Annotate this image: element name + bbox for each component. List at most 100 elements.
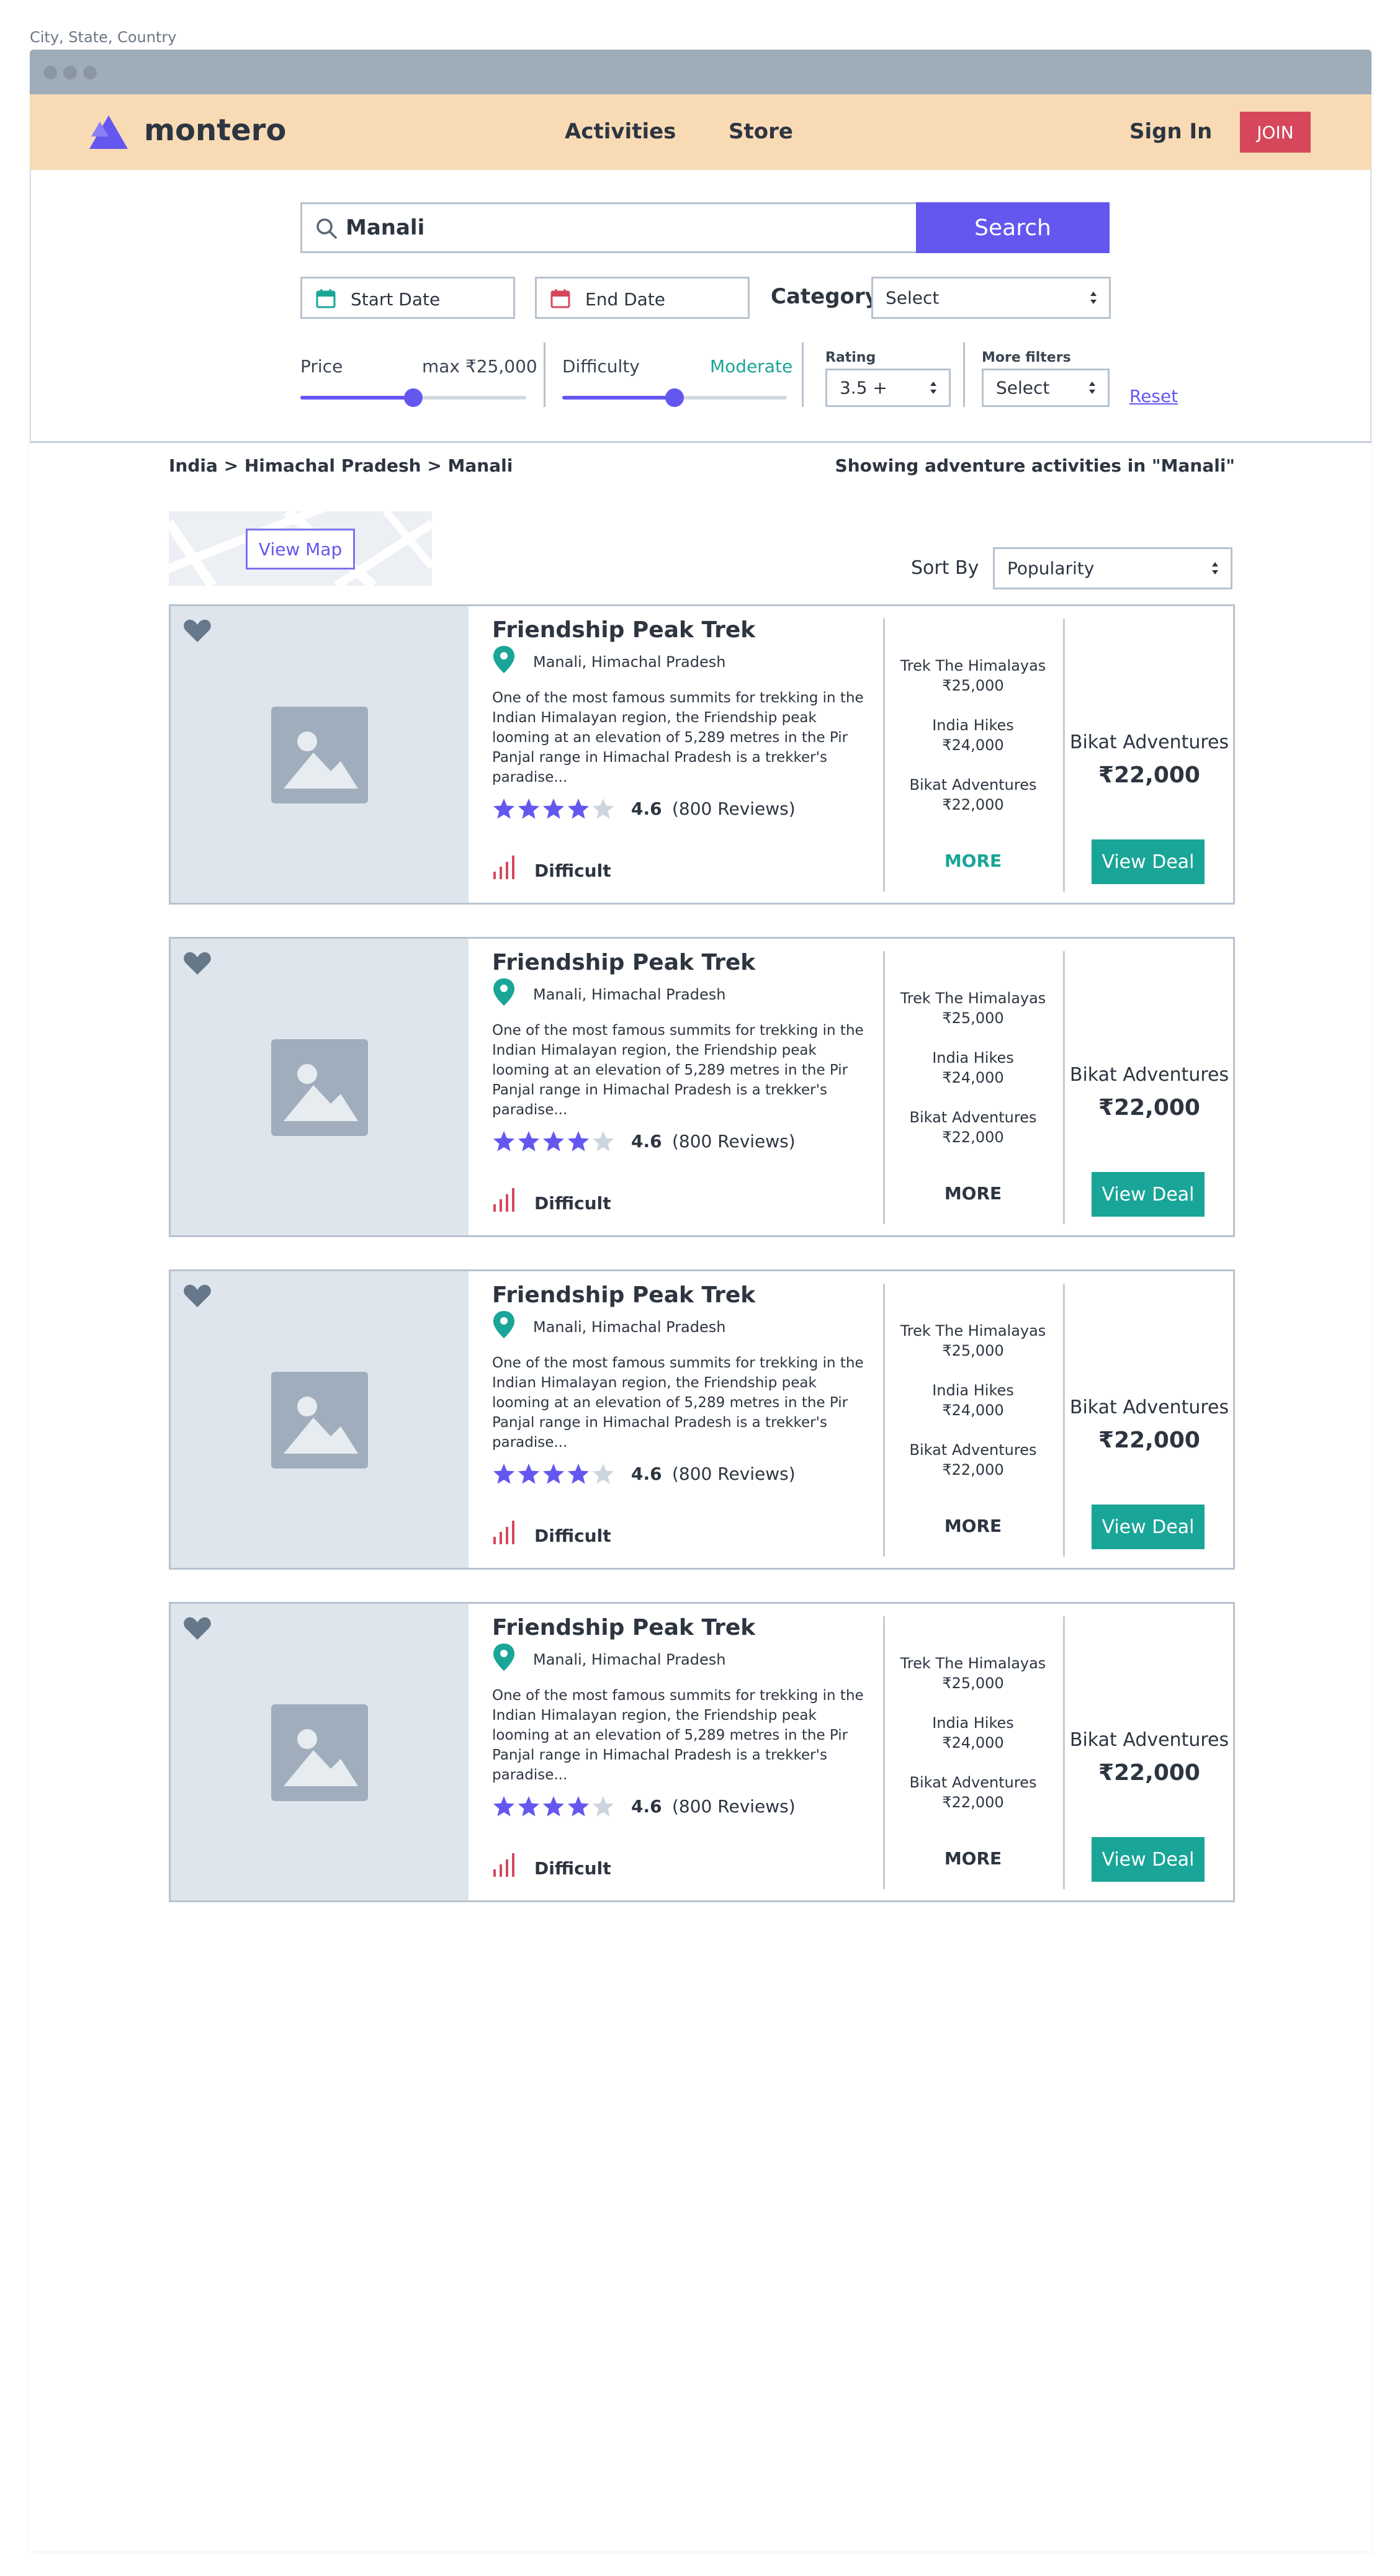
best-price: ₹22,000 — [1098, 763, 1200, 788]
view-deal-button[interactable]: View Deal — [1092, 839, 1205, 884]
operator-price-item[interactable]: India Hikes ₹24,000 — [884, 1380, 1062, 1420]
operator-price-item[interactable]: Trek The Himalayas ₹25,000 — [884, 656, 1062, 695]
star-filled-icon — [493, 1464, 515, 1484]
listing-title[interactable]: Friendship Peak Trek — [492, 1282, 755, 1308]
listing-image[interactable] — [171, 1604, 469, 1900]
heart-icon[interactable] — [183, 1284, 212, 1308]
search-input[interactable]: Manali — [300, 202, 916, 253]
select-arrows-icon — [930, 382, 936, 394]
price-slider-handle[interactable] — [404, 388, 423, 407]
operator-name: Bikat Adventures — [909, 1774, 1037, 1791]
difficulty-slider-handle[interactable] — [665, 388, 684, 407]
select-arrows-icon — [1212, 562, 1218, 575]
listing-title[interactable]: Friendship Peak Trek — [492, 617, 755, 643]
operator-price-item[interactable]: India Hikes ₹24,000 — [884, 1048, 1062, 1088]
category-label: Category — [771, 284, 879, 309]
operator-price-item[interactable]: Bikat Adventures ₹22,000 — [884, 1107, 1062, 1147]
window-close-dot[interactable] — [43, 66, 57, 79]
listing-card[interactable]: Friendship Peak Trek Manali, Himachal Pr… — [169, 1602, 1235, 1902]
star-filled-icon — [567, 1796, 590, 1817]
listing-title[interactable]: Friendship Peak Trek — [492, 1615, 755, 1640]
end-date-field[interactable]: End Date — [535, 277, 750, 319]
star-filled-icon — [567, 1464, 590, 1484]
star-empty-icon — [592, 1464, 614, 1484]
view-deal-button[interactable]: View Deal — [1092, 1172, 1205, 1217]
review-count[interactable]: (800 Reviews) — [672, 1464, 796, 1484]
nav-store[interactable]: Store — [729, 119, 793, 144]
page-caption: City, State, Country — [30, 29, 177, 46]
top-navbar: montero Activities Store Sign In JOIN — [30, 94, 1371, 170]
difficulty-level: Difficult — [534, 1526, 611, 1546]
listing-card[interactable]: Friendship Peak Trek Manali, Himachal Pr… — [169, 1269, 1235, 1570]
operator-price-item[interactable]: Trek The Himalayas ₹25,000 — [884, 1653, 1062, 1693]
breadcrumb[interactable]: India > Himachal Pradesh > Manali — [169, 455, 513, 476]
operator-price-item[interactable]: Bikat Adventures ₹22,000 — [884, 775, 1062, 815]
listing-description: One of the most famous summits for trekk… — [492, 1688, 864, 1783]
review-count[interactable]: (800 Reviews) — [672, 1796, 796, 1817]
review-count[interactable]: (800 Reviews) — [672, 798, 796, 819]
more-filters-select[interactable]: Select — [982, 369, 1110, 407]
view-deal-button[interactable]: View Deal — [1092, 1837, 1205, 1882]
operator-price-item[interactable]: India Hikes ₹24,000 — [884, 1713, 1062, 1753]
location-pin-icon — [493, 646, 514, 673]
window-maximize-dot[interactable] — [83, 66, 97, 79]
operator-price-item[interactable]: Trek The Himalayas ₹25,000 — [884, 988, 1062, 1028]
view-map-button[interactable]: View Map — [246, 529, 355, 570]
image-placeholder-icon — [271, 1039, 368, 1136]
operator-price-item[interactable]: Bikat Adventures ₹22,000 — [884, 1440, 1062, 1480]
join-button[interactable]: JOIN — [1240, 112, 1311, 153]
heart-icon[interactable] — [183, 619, 212, 643]
more-operators-link[interactable]: MORE — [884, 1183, 1062, 1204]
star-filled-icon — [542, 798, 565, 819]
category-select[interactable]: Select — [871, 277, 1111, 319]
listing-title[interactable]: Friendship Peak Trek — [492, 950, 755, 975]
nav-activities[interactable]: Activities — [565, 119, 676, 144]
more-operators-link[interactable]: MORE — [884, 1848, 1062, 1869]
star-rating-icon — [493, 1464, 614, 1484]
listing-card[interactable]: Friendship Peak Trek Manali, Himachal Pr… — [169, 604, 1235, 905]
select-arrows-icon — [1089, 382, 1095, 394]
start-date-field[interactable]: Start Date — [300, 277, 515, 319]
search-button[interactable]: Search — [916, 202, 1110, 253]
sign-in-link[interactable]: Sign In — [1129, 119, 1212, 144]
listing-card[interactable]: Friendship Peak Trek Manali, Himachal Pr… — [169, 937, 1235, 1237]
star-rating-icon — [493, 1131, 614, 1152]
listing-image[interactable] — [171, 606, 469, 903]
calendar-icon — [316, 289, 336, 308]
listing-image[interactable] — [171, 1271, 469, 1568]
operator-price: ₹24,000 — [942, 1069, 1004, 1086]
heart-icon[interactable] — [183, 951, 212, 976]
end-date-placeholder: End Date — [585, 289, 666, 310]
image-placeholder-icon — [271, 707, 368, 803]
sort-select[interactable]: Popularity — [993, 547, 1232, 589]
rating-select[interactable]: 3.5 + — [825, 369, 951, 407]
sort-select-value: Popularity — [1007, 558, 1095, 579]
window-minimize-dot[interactable] — [63, 66, 77, 79]
listing-image[interactable] — [171, 939, 469, 1235]
card-divider — [1063, 619, 1065, 892]
operator-price-item[interactable]: Trek The Himalayas ₹25,000 — [884, 1321, 1062, 1361]
operator-price-item[interactable]: India Hikes ₹24,000 — [884, 715, 1062, 755]
review-count[interactable]: (800 Reviews) — [672, 1131, 796, 1152]
reset-filters-link[interactable]: Reset — [1129, 386, 1178, 406]
star-empty-icon — [592, 1131, 614, 1152]
logo-icon[interactable] — [89, 115, 128, 149]
more-operators-link[interactable]: MORE — [884, 1516, 1062, 1536]
star-filled-icon — [542, 1464, 565, 1484]
operator-price-item[interactable]: Bikat Adventures ₹22,000 — [884, 1773, 1062, 1812]
star-rating-icon — [493, 1796, 614, 1817]
card-divider — [1063, 1616, 1065, 1889]
operator-name: Trek The Himalayas — [900, 1322, 1046, 1339]
image-placeholder-icon — [271, 1704, 368, 1801]
view-deal-button[interactable]: View Deal — [1092, 1505, 1205, 1549]
brand-name[interactable]: montero — [144, 113, 286, 148]
best-operator-name: Bikat Adventures — [1069, 731, 1229, 753]
listing-description: One of the most famous summits for trekk… — [492, 1355, 864, 1451]
operator-name: Bikat Adventures — [909, 1441, 1037, 1459]
results-summary: Showing adventure activities in "Manali" — [835, 455, 1235, 476]
image-placeholder-icon — [271, 1372, 368, 1469]
price-label: Price — [300, 356, 343, 377]
more-operators-link[interactable]: MORE — [884, 851, 1062, 871]
more-filters-label: More filters — [982, 350, 1071, 365]
heart-icon[interactable] — [183, 1616, 212, 1641]
